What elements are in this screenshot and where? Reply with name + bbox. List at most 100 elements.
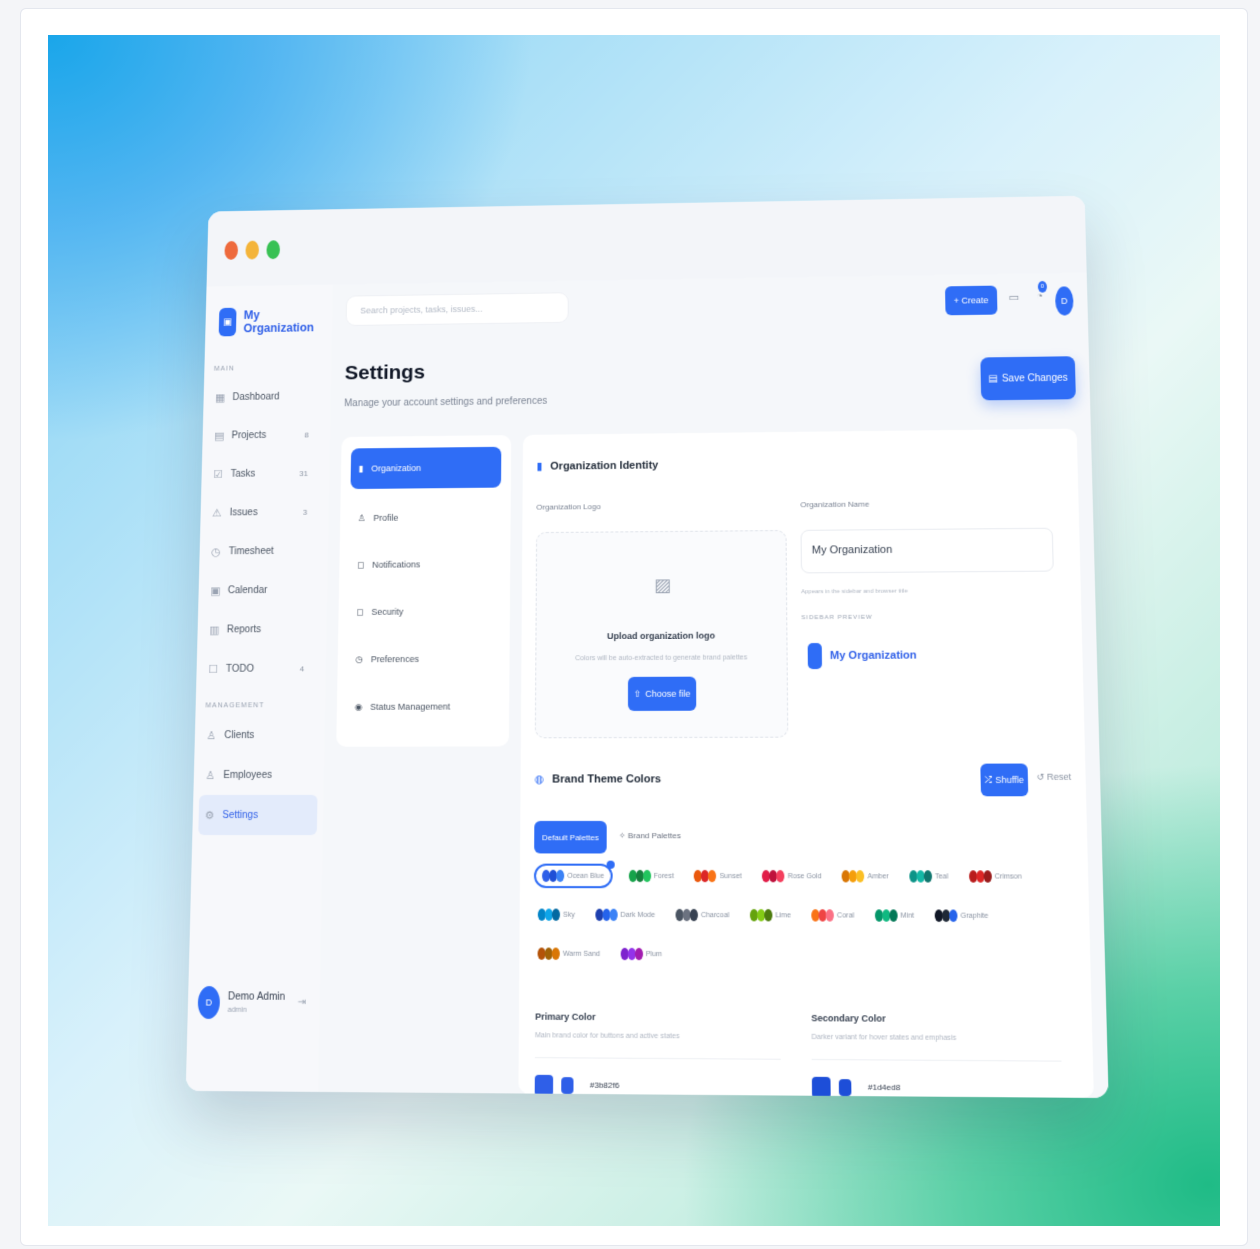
palette-dots — [595, 908, 618, 922]
palette-option[interactable]: Mint — [871, 903, 919, 928]
palette-option[interactable]: Coral — [807, 903, 858, 928]
palette-option[interactable]: Charcoal — [671, 903, 733, 928]
shuffle-button[interactable]: ⤮ Shuffle — [980, 763, 1029, 797]
nav-icon: ☐ — [208, 663, 219, 676]
sidebar-item-reports[interactable]: ▥ Reports — [197, 609, 327, 649]
choose-file-button[interactable]: ⇧ Choose file — [627, 676, 697, 711]
calendar-icon[interactable]: ▭ — [1009, 291, 1020, 304]
organization-identity-heading: ▮ Organization Identity — [536, 459, 658, 472]
primary-color-swatch[interactable] — [534, 1074, 554, 1096]
sidebar-item-clients[interactable]: ♙ Clients — [194, 715, 325, 755]
tab-default-palettes[interactable]: Default Palettes — [534, 820, 607, 854]
save-icon: ▤ — [988, 373, 998, 385]
logo-dropzone[interactable]: ▨ Upload organization logo Colors will b… — [534, 530, 789, 739]
primary-color-row: #3b82f6 — [534, 1057, 782, 1099]
sidebar-item-todo[interactable]: ☐ TODO 4 — [196, 649, 326, 689]
color-dot — [949, 909, 958, 922]
color-dot — [551, 947, 560, 960]
sidebar-item-label: Reports — [226, 623, 262, 635]
palette-dots — [841, 870, 865, 883]
primary-color-hex[interactable]: #3b82f6 — [590, 1080, 620, 1090]
palette-option[interactable]: Teal — [905, 864, 953, 889]
preview-logo-icon — [807, 643, 823, 670]
palette-dots — [620, 947, 643, 961]
sidebar-item-dashboard[interactable]: ▦ Dashboard — [203, 377, 331, 417]
tab-icon: ▮ — [358, 463, 364, 474]
palette-option[interactable]: Plum — [616, 942, 666, 967]
color-dot — [689, 908, 698, 922]
sidebar-item-label: Tasks — [230, 468, 256, 480]
palette-option[interactable]: Sky — [534, 902, 579, 927]
sidebar-item-settings[interactable]: ⚙ Settings — [198, 794, 318, 836]
palette-option[interactable]: Amber — [838, 864, 893, 889]
create-button[interactable]: + Create — [945, 285, 998, 316]
close-window-dot[interactable] — [224, 240, 239, 260]
nav-icon: ▣ — [210, 584, 221, 597]
palette-option[interactable]: Graphite — [930, 903, 992, 928]
sidebar-item-calendar[interactable]: ▣ Calendar — [198, 570, 327, 610]
secondary-color-hex[interactable]: #1d4ed8 — [868, 1082, 901, 1092]
secondary-color-swatch[interactable] — [811, 1076, 831, 1098]
save-changes-button[interactable]: ▤ Save Changes — [980, 356, 1076, 401]
tab-organization[interactable]: ▮ Organization — [350, 446, 502, 490]
primary-color-card: Primary Color Main brand color for butto… — [524, 994, 792, 1099]
organization-name-input[interactable]: My Organization — [800, 527, 1054, 574]
sidebar-item-projects[interactable]: ▤ Projects 8 — [202, 415, 330, 455]
color-dot — [609, 908, 618, 922]
brand-palettes-label: Brand Palettes — [627, 831, 681, 841]
tab-security[interactable]: ◻ Security — [348, 587, 500, 635]
palette-option[interactable]: Lime — [746, 903, 795, 928]
palette-name: Sunset — [719, 872, 742, 880]
tab-profile[interactable]: ♙ Profile — [350, 493, 501, 541]
sidebar-item-tasks[interactable]: ☑ Tasks 31 — [201, 454, 330, 494]
brand[interactable]: ▣ My Organization — [205, 302, 332, 342]
sidebar-item-timesheet[interactable]: ◷ Timesheet — [199, 531, 328, 571]
sidebar-item-employees[interactable]: ♙ Employees — [193, 755, 324, 795]
minimize-window-dot[interactable] — [245, 240, 260, 260]
palette-option[interactable]: Rose Gold — [758, 864, 826, 889]
color-dot — [708, 869, 717, 883]
primary-color-picker[interactable] — [561, 1076, 574, 1094]
search-input[interactable]: Search projects, tasks, issues... — [345, 292, 569, 327]
palette-name: Coral — [837, 911, 855, 920]
tab-label: Security — [371, 606, 404, 617]
palette-dots — [874, 909, 898, 922]
tab-notifications[interactable]: ◻ Notifications — [349, 540, 501, 588]
tab-status-management[interactable]: ◉ Status Management — [346, 682, 499, 730]
palette-option[interactable]: Ocean Blue — [533, 863, 613, 889]
sidebar-section-management: MANAGEMENT — [205, 702, 265, 710]
tab-brand-palettes[interactable]: ✧ Brand Palettes — [619, 831, 681, 840]
avatar[interactable]: D — [1054, 286, 1074, 316]
maximize-window-dot[interactable] — [266, 240, 281, 260]
sparkle-icon: ✧ — [618, 831, 626, 841]
hero-gradient-background: ▣ My Organization MAIN ▦ Dashboard ▤ Pro… — [48, 35, 1220, 1226]
logout-icon[interactable]: ⇥ — [298, 997, 307, 1008]
shuffle-label: Shuffle — [995, 774, 1024, 786]
user-profile[interactable]: D Demo Admin admin ⇥ — [197, 986, 306, 1019]
palette-option[interactable]: Warm Sand — [533, 941, 604, 966]
nav-icon: ☑ — [213, 468, 223, 481]
page-subtitle: Manage your account settings and prefere… — [344, 396, 548, 410]
color-dot — [825, 909, 835, 922]
nav-icon: ▦ — [215, 391, 226, 404]
reset-button[interactable]: ↺ Reset — [1036, 772, 1071, 783]
save-label: Save Changes — [1001, 372, 1068, 384]
tab-preferences[interactable]: ◷ Preferences — [347, 635, 500, 683]
count-badge: 8 — [304, 430, 309, 439]
palette-name: Forest — [653, 872, 674, 880]
sidebar-item-label: Clients — [224, 729, 255, 741]
sidebar-item-label: Timesheet — [228, 545, 274, 557]
sidebar-item-label: Issues — [229, 506, 258, 518]
palette-dots — [694, 869, 717, 883]
nav-icon: ⚠ — [212, 507, 222, 519]
palette-icon: ◍ — [534, 773, 545, 786]
sidebar-item-issues[interactable]: ⚠ Issues 3 — [200, 492, 329, 532]
sidebar-item-label: Dashboard — [232, 391, 280, 403]
palette-option[interactable]: Sunset — [690, 864, 746, 889]
palette-option[interactable]: Forest — [624, 864, 678, 889]
secondary-color-picker[interactable] — [838, 1078, 852, 1096]
palette-option[interactable]: Crimson — [965, 864, 1027, 889]
sidebar-preview: My Organization — [807, 643, 917, 670]
palette-option[interactable]: Dark Mode — [591, 902, 659, 927]
color-dot — [556, 869, 565, 882]
